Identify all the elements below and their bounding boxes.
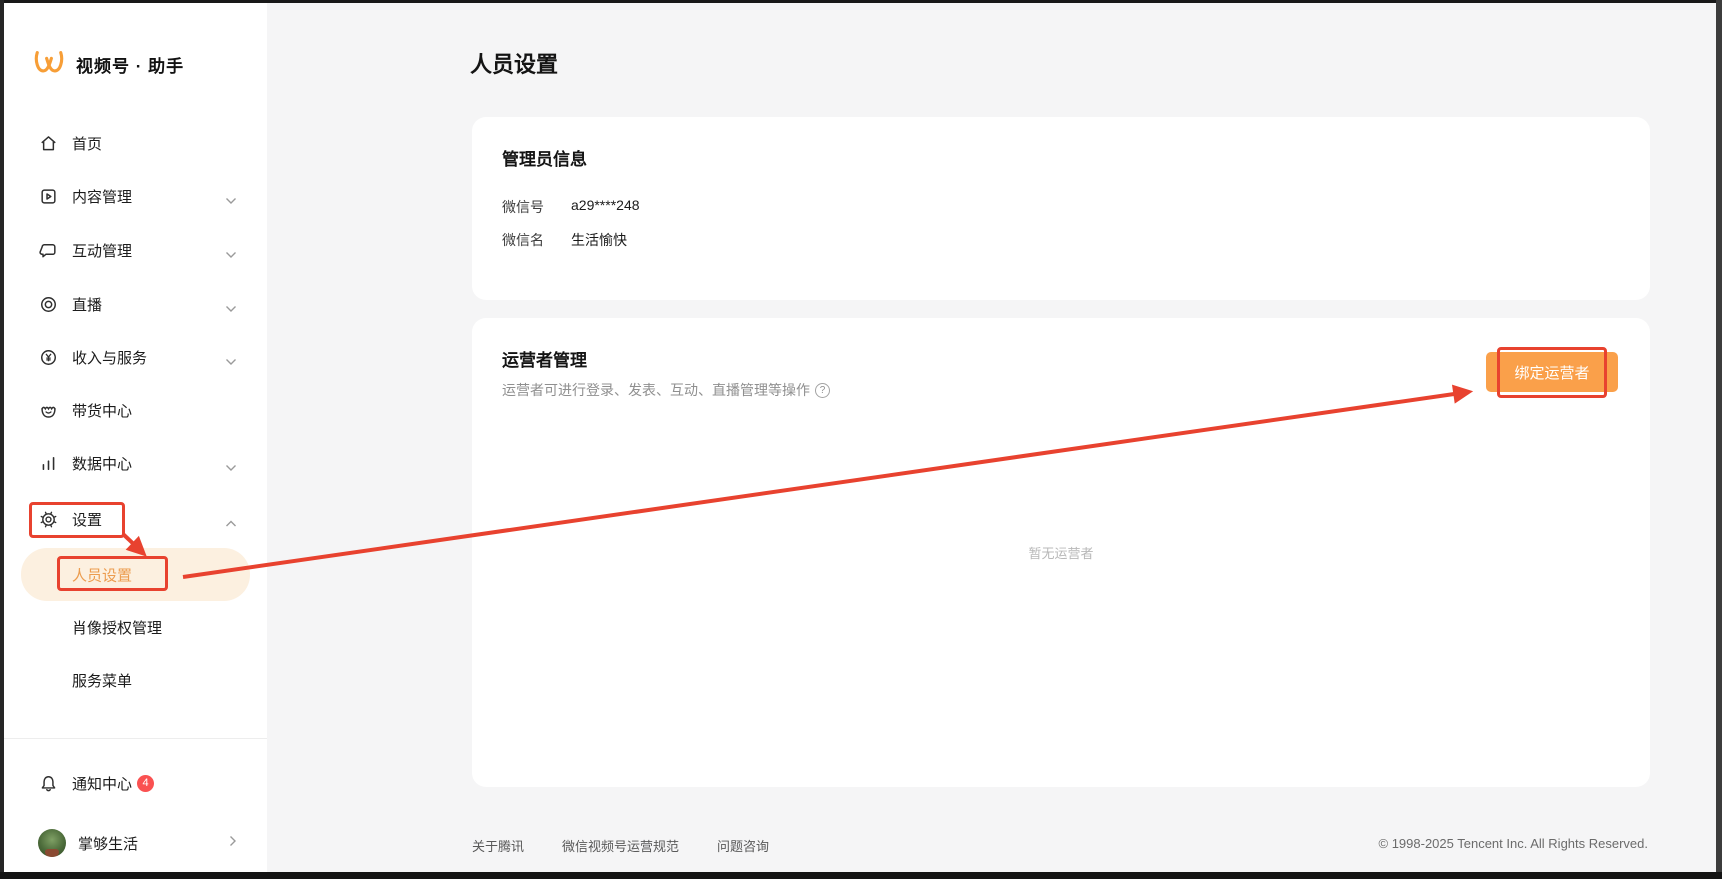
bind-operator-button[interactable]: 绑定运营者: [1486, 352, 1618, 392]
sidebar-item-label: 首页: [72, 133, 102, 154]
sidebar-item-content[interactable]: 内容管理: [4, 176, 267, 216]
chevron-down-icon: [225, 192, 237, 200]
sidebar-item-label: 带货中心: [72, 400, 132, 421]
chevron-down-icon: [225, 300, 237, 308]
operator-subtitle-text: 运营者可进行登录、发表、互动、直播管理等操作: [502, 380, 810, 400]
shop-bag-icon: [38, 400, 58, 420]
sidebar-subitem-service-menu[interactable]: 服务菜单: [4, 660, 267, 700]
footer-link-operation-rules[interactable]: 微信视频号运营规范: [562, 836, 679, 855]
brand-logo: 视频号 · 助手: [34, 50, 184, 79]
channels-logo-icon: [34, 50, 64, 79]
chevron-down-icon: [225, 353, 237, 361]
footer-link-about-tencent[interactable]: 关于腾讯: [472, 836, 524, 855]
sidebar-item-label: 互动管理: [72, 240, 132, 261]
sidebar-item-label: 收入与服务: [72, 347, 147, 368]
home-icon: [38, 133, 58, 153]
operator-card: 运营者管理 运营者可进行登录、发表、互动、直播管理等操作 绑定运营者 暂无运营者: [472, 318, 1650, 787]
wechat-id-row: 微信号 a29****248: [502, 197, 640, 217]
empty-operators-text: 暂无运营者: [472, 543, 1650, 562]
window-edge-left: [0, 0, 4, 879]
bar-chart-icon: [38, 453, 58, 473]
chevron-down-icon: [225, 246, 237, 254]
operator-card-subtitle: 运营者可进行登录、发表、互动、直播管理等操作: [502, 380, 830, 400]
chat-bubble-icon: [38, 240, 58, 260]
sidebar-item-label: 设置: [72, 509, 102, 530]
footer-link-faq[interactable]: 问题咨询: [717, 836, 769, 855]
app-window: 视频号 · 助手 首页 内容管理: [0, 0, 1722, 879]
sidebar: 视频号 · 助手 首页 内容管理: [4, 3, 267, 872]
sidebar-item-label: 通知中心: [72, 773, 132, 794]
sidebar-subitem-staff-settings[interactable]: 人员设置: [21, 548, 250, 601]
copyright-text: © 1998-2025 Tencent Inc. All Rights Rese…: [1379, 836, 1649, 851]
sidebar-item-data[interactable]: 数据中心: [4, 443, 267, 483]
sidebar-item-label: 内容管理: [72, 186, 132, 207]
admin-card-title: 管理员信息: [502, 145, 587, 170]
chevron-up-icon: [225, 515, 237, 523]
sidebar-subitem-label: 服务菜单: [72, 670, 132, 691]
gear-icon: [38, 509, 58, 529]
admin-info-card: 管理员信息 微信号 a29****248 微信名 生活愉快: [472, 117, 1650, 300]
sidebar-item-income[interactable]: 收入与服务: [4, 337, 267, 377]
sidebar-subitem-portrait-auth[interactable]: 肖像授权管理: [4, 607, 267, 647]
account-name: 掌够生活: [78, 833, 138, 854]
wechat-name-label: 微信名: [502, 230, 571, 250]
window-edge-top: [0, 0, 1722, 3]
sidebar-item-interaction[interactable]: 互动管理: [4, 230, 267, 270]
yuan-coin-icon: [38, 347, 58, 367]
live-rings-icon: [38, 294, 58, 314]
help-icon[interactable]: [815, 383, 830, 398]
sidebar-item-goods[interactable]: 带货中心: [4, 390, 267, 430]
wechat-name-value: 生活愉快: [571, 230, 627, 250]
wechat-id-value: a29****248: [571, 197, 640, 217]
page-title: 人员设置: [470, 47, 558, 79]
footer-links: 关于腾讯 微信视频号运营规范 问题咨询: [472, 836, 769, 855]
sidebar-item-label: 直播: [72, 294, 102, 315]
avatar: [38, 829, 66, 857]
bell-icon: [38, 773, 58, 793]
sidebar-divider: [4, 738, 267, 739]
sidebar-item-notifications[interactable]: 通知中心 4: [4, 763, 267, 803]
sidebar-item-home[interactable]: 首页: [4, 123, 267, 163]
sidebar-item-label: 数据中心: [72, 453, 132, 474]
brand-name: 视频号 · 助手: [76, 52, 184, 77]
window-edge-right: [1716, 0, 1722, 879]
sidebar-item-settings[interactable]: 设置: [4, 499, 267, 539]
sidebar-item-live[interactable]: 直播: [4, 284, 267, 324]
sidebar-account[interactable]: 掌够生活: [4, 823, 267, 863]
chevron-right-icon: [229, 834, 237, 852]
chevron-down-icon: [225, 459, 237, 467]
sidebar-subitem-label: 肖像授权管理: [72, 617, 162, 638]
wechat-name-row: 微信名 生活愉快: [502, 230, 627, 250]
content-video-icon: [38, 186, 58, 206]
operator-card-title: 运营者管理: [502, 346, 587, 371]
sidebar-subitem-label: 人员设置: [72, 564, 132, 585]
notification-count-badge: 4: [137, 775, 154, 792]
window-edge-bottom: [0, 872, 1722, 879]
wechat-id-label: 微信号: [502, 197, 571, 217]
